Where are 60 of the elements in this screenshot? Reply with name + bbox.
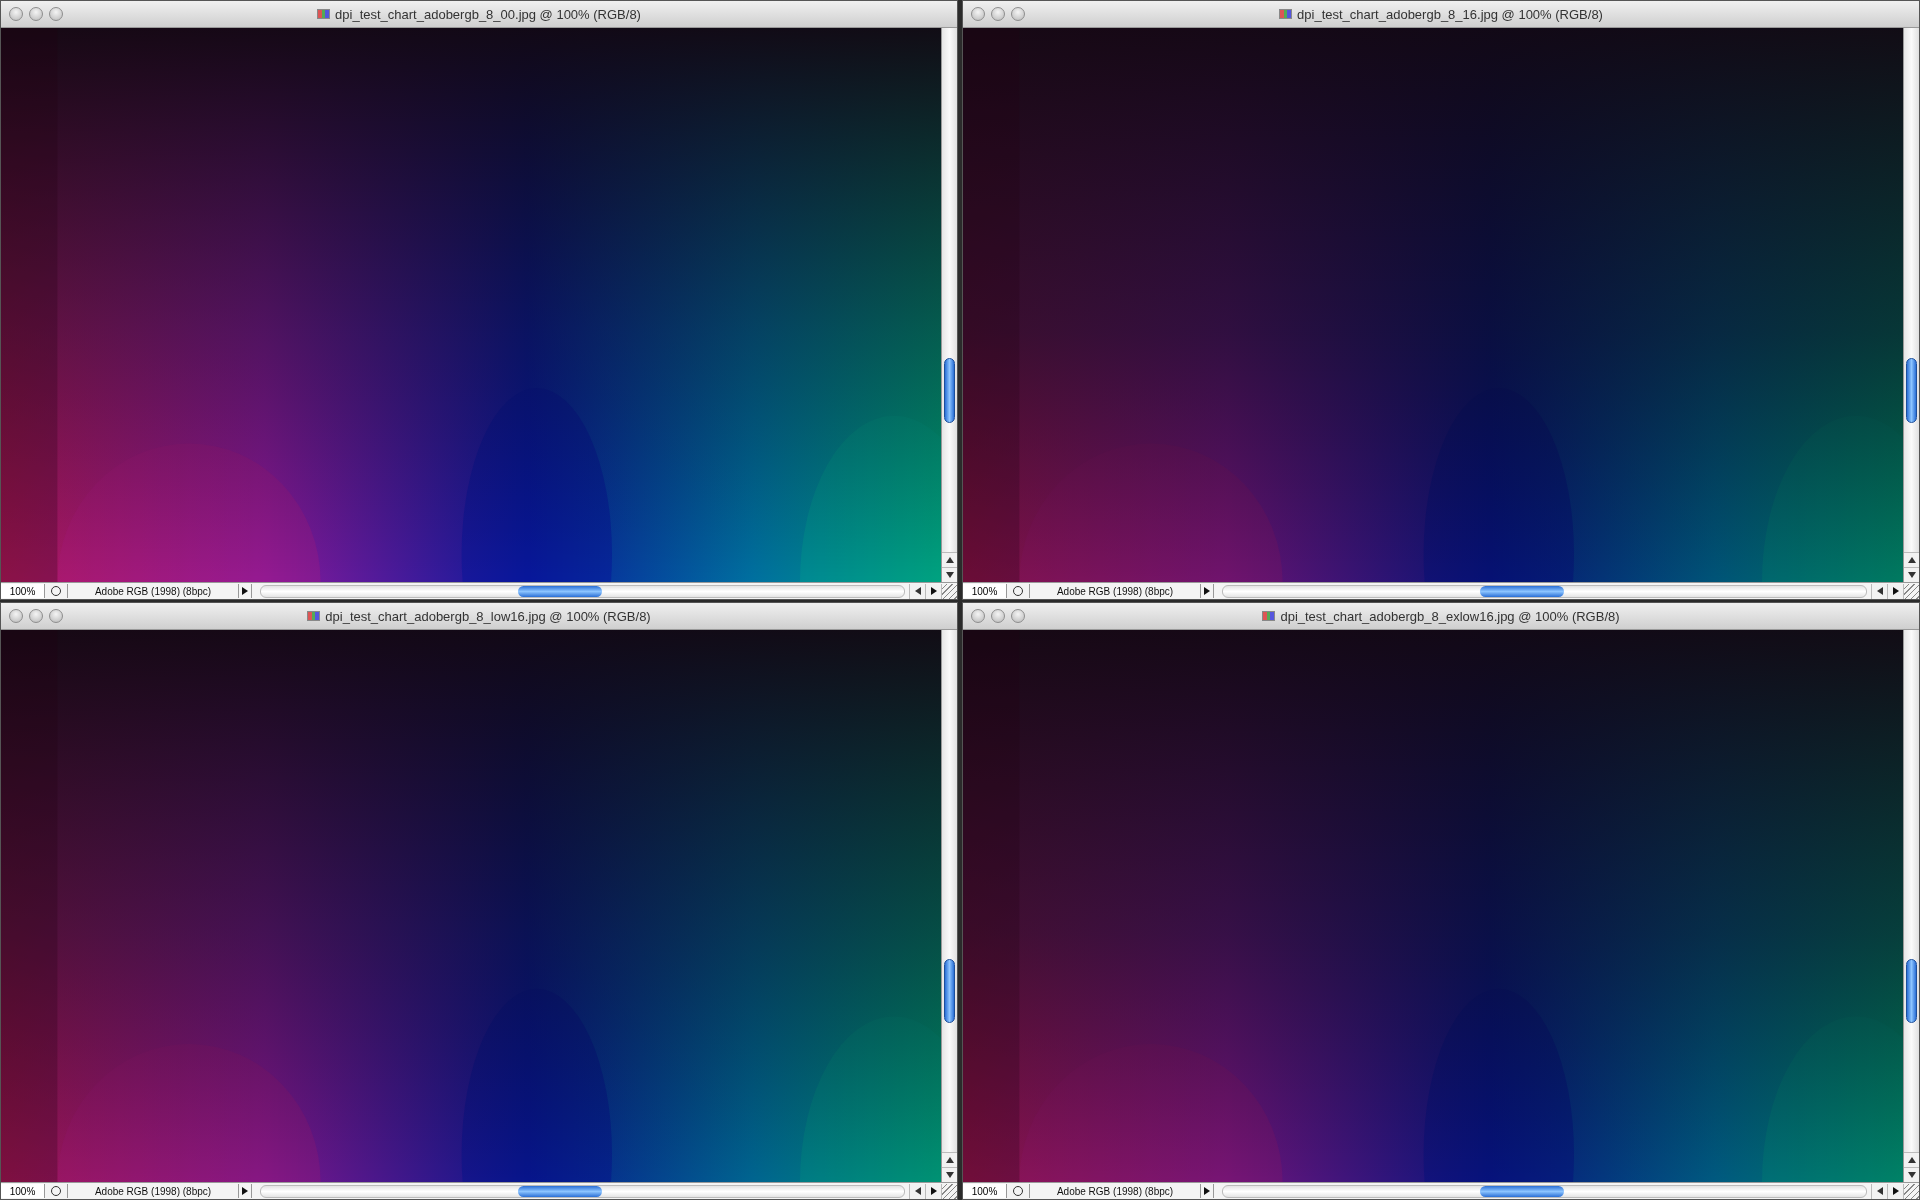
scroll-down-button[interactable] xyxy=(942,567,957,582)
document-icon xyxy=(317,9,331,19)
close-button[interactable] xyxy=(9,7,23,21)
horizontal-scrollbar[interactable] xyxy=(260,584,905,598)
scroll-thumb[interactable] xyxy=(1480,1185,1564,1197)
scroll-thumb[interactable] xyxy=(1906,358,1917,423)
close-button[interactable] xyxy=(971,609,985,623)
zoom-button[interactable] xyxy=(1011,7,1025,21)
vertical-scrollbar[interactable] xyxy=(1903,630,1919,1182)
zoom-field[interactable]: 100% xyxy=(1,584,45,598)
scroll-thumb[interactable] xyxy=(944,358,955,423)
document-icon xyxy=(1279,9,1293,19)
status-menu-button[interactable] xyxy=(238,1184,252,1198)
scroll-up-button[interactable] xyxy=(942,552,957,567)
resize-grip-icon[interactable] xyxy=(1903,583,1919,599)
color-profile-label: Adobe RGB (1998) (8bpc) xyxy=(1055,585,1175,597)
scroll-down-button[interactable] xyxy=(942,1167,957,1182)
zoom-field[interactable]: 100% xyxy=(963,584,1007,598)
color-profile-label: Adobe RGB (1998) (8bpc) xyxy=(1055,1185,1175,1197)
zoom-button[interactable] xyxy=(1011,609,1025,623)
window-title: dpi_test_chart_adobergb_8_16.jpg @ 100% (RGB/8) xyxy=(1297,6,1603,22)
zoom-field[interactable]: 100% xyxy=(963,1184,1007,1198)
window-title: dpi_test_chart_adobergb_8_exlow16.jpg @ 100% (RGB/8) xyxy=(1280,608,1620,624)
minimize-button[interactable] xyxy=(991,609,1005,623)
scroll-thumb[interactable] xyxy=(1480,585,1564,597)
horizontal-scrollbar[interactable] xyxy=(1222,1184,1867,1198)
document-icon xyxy=(307,611,321,621)
close-button[interactable] xyxy=(9,609,23,623)
minimize-button[interactable] xyxy=(29,609,43,623)
status-menu-button[interactable] xyxy=(1200,584,1214,598)
horizontal-scrollbar[interactable] xyxy=(1222,584,1867,598)
resize-grip-icon[interactable] xyxy=(941,583,957,599)
window-title: dpi_test_chart_adobergb_8_low16.jpg @ 100% (RGB/8) xyxy=(325,608,651,624)
resize-grip-icon[interactable] xyxy=(941,1183,957,1199)
scroll-up-button[interactable] xyxy=(1904,552,1919,567)
status-menu-button[interactable] xyxy=(1200,1184,1214,1198)
horizontal-scrollbar[interactable] xyxy=(260,1184,905,1198)
vertical-scrollbar[interactable] xyxy=(1903,28,1919,582)
document-icon xyxy=(1262,611,1276,621)
status-menu-button[interactable] xyxy=(238,584,252,598)
scroll-down-button[interactable] xyxy=(1904,567,1919,582)
zoom-button[interactable] xyxy=(49,609,63,623)
resize-grip-icon[interactable] xyxy=(1903,1183,1919,1199)
vertical-scrollbar[interactable] xyxy=(941,28,957,582)
scroll-thumb[interactable] xyxy=(944,958,955,1024)
scroll-up-button[interactable] xyxy=(1904,1152,1919,1167)
scroll-thumb[interactable] xyxy=(518,1185,602,1197)
close-button[interactable] xyxy=(971,7,985,21)
scroll-thumb[interactable] xyxy=(1906,958,1917,1024)
minimize-button[interactable] xyxy=(991,7,1005,21)
scroll-down-button[interactable] xyxy=(1904,1167,1919,1182)
scroll-up-button[interactable] xyxy=(942,1152,957,1167)
color-profile-label: Adobe RGB (1998) (8bpc) xyxy=(93,1185,213,1197)
window-title: dpi_test_chart_adobergb_8_00.jpg @ 100% (RGB/8) xyxy=(335,6,641,22)
zoom-button[interactable] xyxy=(49,7,63,21)
color-profile-label: Adobe RGB (1998) (8bpc) xyxy=(93,585,213,597)
scroll-thumb[interactable] xyxy=(518,585,602,597)
minimize-button[interactable] xyxy=(29,7,43,21)
zoom-field[interactable]: 100% xyxy=(1,1184,45,1198)
vertical-scrollbar[interactable] xyxy=(941,630,957,1182)
